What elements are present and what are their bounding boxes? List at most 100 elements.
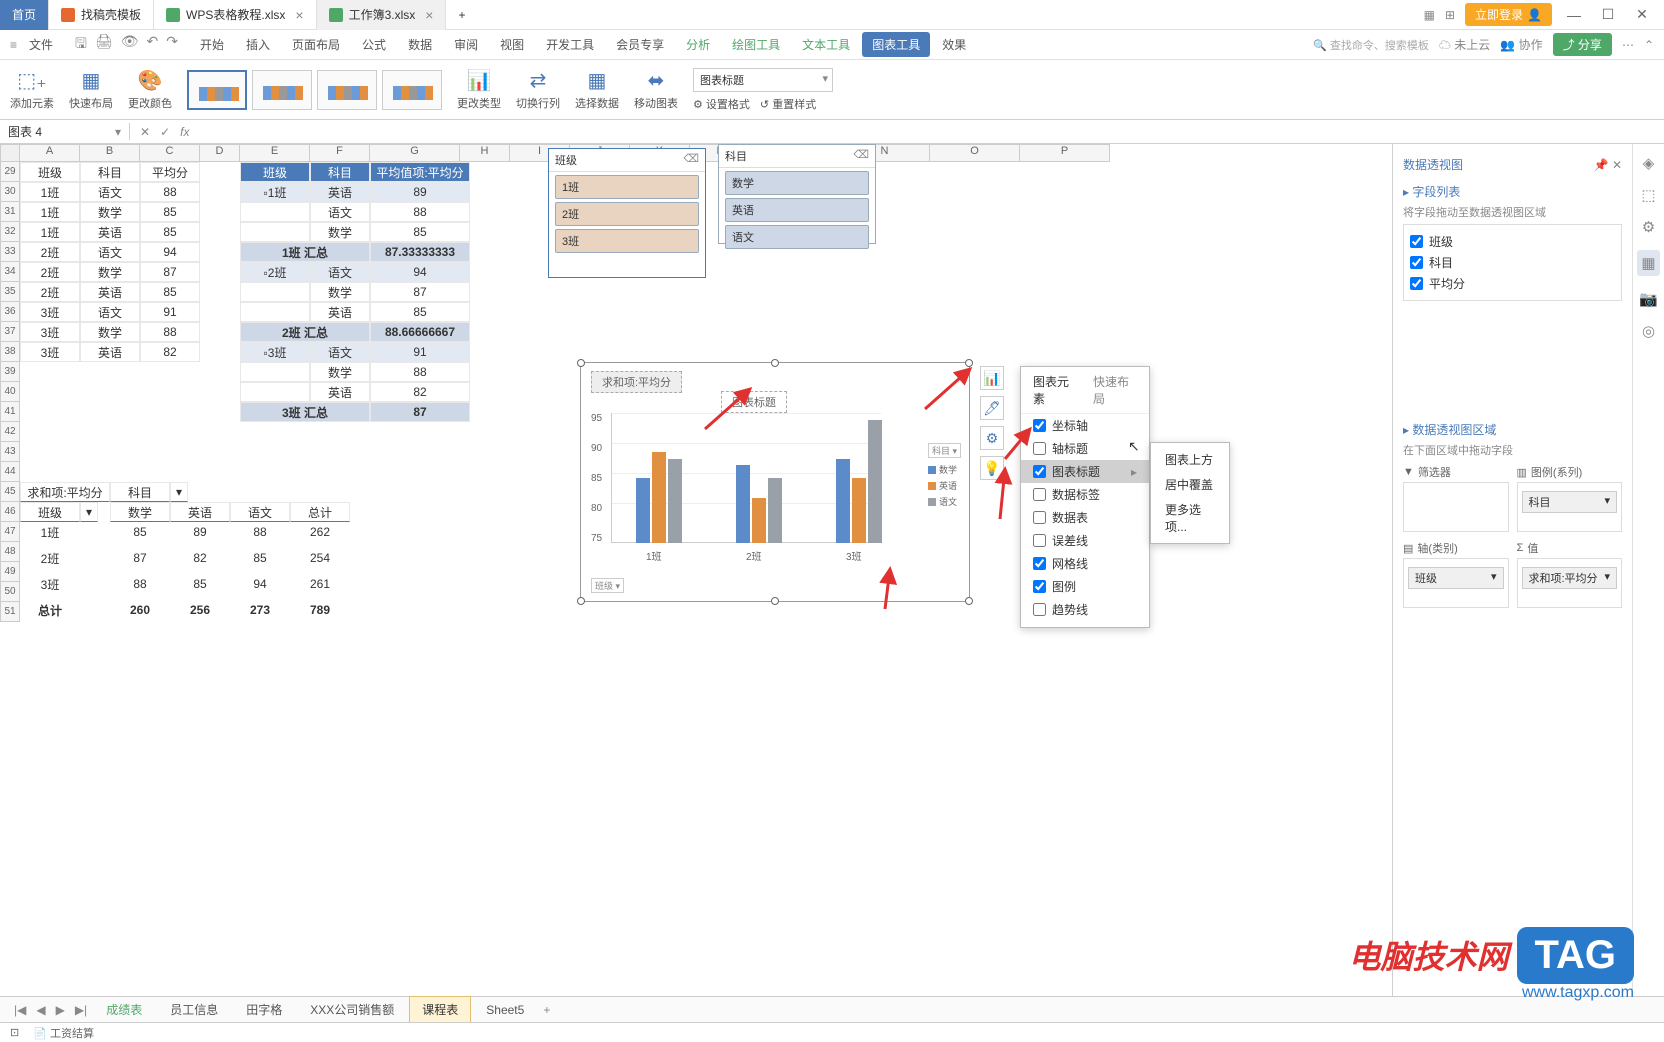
col-header[interactable]: A	[20, 144, 80, 162]
cell[interactable]: 语文	[310, 202, 370, 222]
clear-filter-icon[interactable]: ⌫	[853, 148, 869, 164]
cell[interactable]: 88.66666667	[370, 322, 470, 342]
values-chip[interactable]: 求和项:平均分▾	[1522, 567, 1618, 589]
field-checkbox[interactable]: 平均分	[1410, 273, 1615, 294]
cell[interactable]: ▫1班	[240, 182, 310, 202]
chart-title[interactable]: 图表标题	[721, 391, 787, 413]
chart-bar[interactable]	[868, 420, 882, 544]
row-header[interactable]: 33	[0, 242, 20, 262]
cell[interactable]: 科目	[310, 162, 370, 182]
cell[interactable]: 英语	[80, 342, 140, 362]
camera-icon[interactable]: 📷	[1639, 290, 1658, 308]
cell[interactable]: ▾	[170, 482, 188, 502]
more-icon[interactable]: ⋯	[1622, 38, 1634, 52]
field-list-header[interactable]: 字段列表	[1412, 185, 1460, 199]
cell[interactable]: 数学	[310, 282, 370, 302]
close-icon[interactable]: ✕	[1612, 158, 1622, 172]
chart-element-checkbox[interactable]: 数据表	[1021, 506, 1149, 529]
chart-bar[interactable]	[652, 452, 666, 543]
chart-filter-button[interactable]: ⚙	[980, 426, 1004, 450]
sheet-tab[interactable]: XXX公司销售额	[297, 996, 407, 1023]
legend-chip[interactable]: 科目▾	[1522, 491, 1618, 513]
cell[interactable]: 语文	[80, 182, 140, 202]
cell[interactable]: 261	[290, 574, 350, 594]
cell[interactable]: 3班 汇总	[240, 402, 370, 422]
spreadsheet-grid[interactable]: ABCDEFGHIJKLMNOP 29303132333435363738394…	[0, 144, 1392, 1004]
chart-element-checkbox[interactable]: 网格线	[1021, 552, 1149, 575]
reset-style-button[interactable]: ↺ 重置样式	[760, 96, 816, 112]
sheet-tab[interactable]: 员工信息	[157, 996, 231, 1023]
cell[interactable]: 88	[140, 322, 200, 342]
menu-texttool[interactable]: 文本工具	[792, 32, 860, 57]
cell[interactable]: 2班	[20, 242, 80, 262]
cell[interactable]: 2班	[20, 282, 80, 302]
style-thumb[interactable]	[317, 70, 377, 110]
row-header[interactable]: 38	[0, 342, 20, 362]
cell[interactable]: 总计	[20, 600, 80, 620]
cell[interactable]: 求和项:平均分	[20, 482, 110, 502]
cell[interactable]: 数学	[110, 502, 170, 522]
close-icon[interactable]: ×	[295, 7, 303, 23]
row-header[interactable]: 29	[0, 162, 20, 182]
cell[interactable]: 256	[170, 600, 230, 620]
clear-filter-icon[interactable]: ⌫	[683, 152, 699, 168]
chart-bar[interactable]	[636, 478, 650, 543]
row-header[interactable]: 48	[0, 542, 20, 562]
cell[interactable]: 87	[140, 262, 200, 282]
cell[interactable]: 273	[230, 600, 290, 620]
cell[interactable]: 88	[230, 522, 290, 542]
cell[interactable]: 英语	[80, 222, 140, 242]
search-input[interactable]: 🔍 查找命令、搜索模板	[1313, 37, 1429, 53]
areas-header[interactable]: 数据透视图区域	[1412, 423, 1496, 437]
cell[interactable]: 英语	[310, 182, 370, 202]
values-drop-area[interactable]: 求和项:平均分▾	[1517, 558, 1623, 608]
cell[interactable]: 语文	[310, 342, 370, 362]
cell[interactable]: 2班	[20, 262, 80, 282]
cell[interactable]	[240, 362, 310, 382]
cell[interactable]: 班级	[20, 502, 80, 522]
cell[interactable]: 语文	[80, 302, 140, 322]
slicer-item[interactable]: 数学	[725, 171, 869, 195]
cell[interactable]: 85	[170, 574, 230, 594]
pivot-icon[interactable]: ▦	[1637, 250, 1659, 276]
maximize-button[interactable]: ☐	[1596, 6, 1620, 23]
slicer-item[interactable]: 语文	[725, 225, 869, 249]
row-header[interactable]: 45	[0, 482, 20, 502]
tab-add[interactable]: +	[539, 1003, 554, 1017]
field-checkbox[interactable]: 班级	[1410, 231, 1615, 252]
fx-cancel-icon[interactable]: ✕	[140, 125, 150, 139]
login-button[interactable]: 立即登录👤	[1465, 3, 1552, 26]
chart-bar[interactable]	[668, 459, 682, 544]
ribbon-switch-rc[interactable]: ⇄切换行列	[516, 68, 560, 111]
cell[interactable]: 254	[290, 548, 350, 568]
cell[interactable]: 85	[230, 548, 290, 568]
status-icon[interactable]: ⊡	[10, 1026, 19, 1039]
cell[interactable]: 88	[370, 202, 470, 222]
sheet-tab[interactable]: 田字格	[233, 996, 295, 1023]
save-icon[interactable]: 🖫	[75, 33, 87, 57]
tab-doc-1[interactable]: WPS表格教程.xlsx×	[154, 0, 317, 30]
cell[interactable]: 85	[370, 222, 470, 242]
cell[interactable]: 94	[230, 574, 290, 594]
cell[interactable]: 语文	[310, 262, 370, 282]
close-button[interactable]: ✕	[1630, 6, 1654, 23]
status-item[interactable]: 📄 工资结算	[33, 1025, 94, 1041]
menu-vip[interactable]: 会员专享	[606, 32, 674, 57]
popup-tab-layout[interactable]: 快速布局	[1093, 373, 1137, 407]
chart-bar[interactable]	[768, 478, 782, 543]
menu-layout[interactable]: 页面布局	[282, 32, 350, 57]
sheet-tab[interactable]: Sheet5	[473, 998, 537, 1022]
style-thumb[interactable]	[382, 70, 442, 110]
row-header[interactable]: 40	[0, 382, 20, 402]
grid-icon[interactable]: ▦	[1424, 8, 1435, 22]
chart-bar[interactable]	[852, 478, 866, 543]
row-header[interactable]: 30	[0, 182, 20, 202]
menu-icon[interactable]: ≡	[10, 38, 17, 52]
select-all-corner[interactable]	[0, 144, 20, 162]
slicer-item[interactable]: 3班	[555, 229, 699, 253]
cell[interactable]: 语文	[80, 242, 140, 262]
cell[interactable]: 85	[140, 222, 200, 242]
popup-tab-elements[interactable]: 图表元素	[1033, 373, 1077, 407]
preview-icon[interactable]: 👁	[121, 33, 139, 57]
cell[interactable]: 英语	[310, 382, 370, 402]
